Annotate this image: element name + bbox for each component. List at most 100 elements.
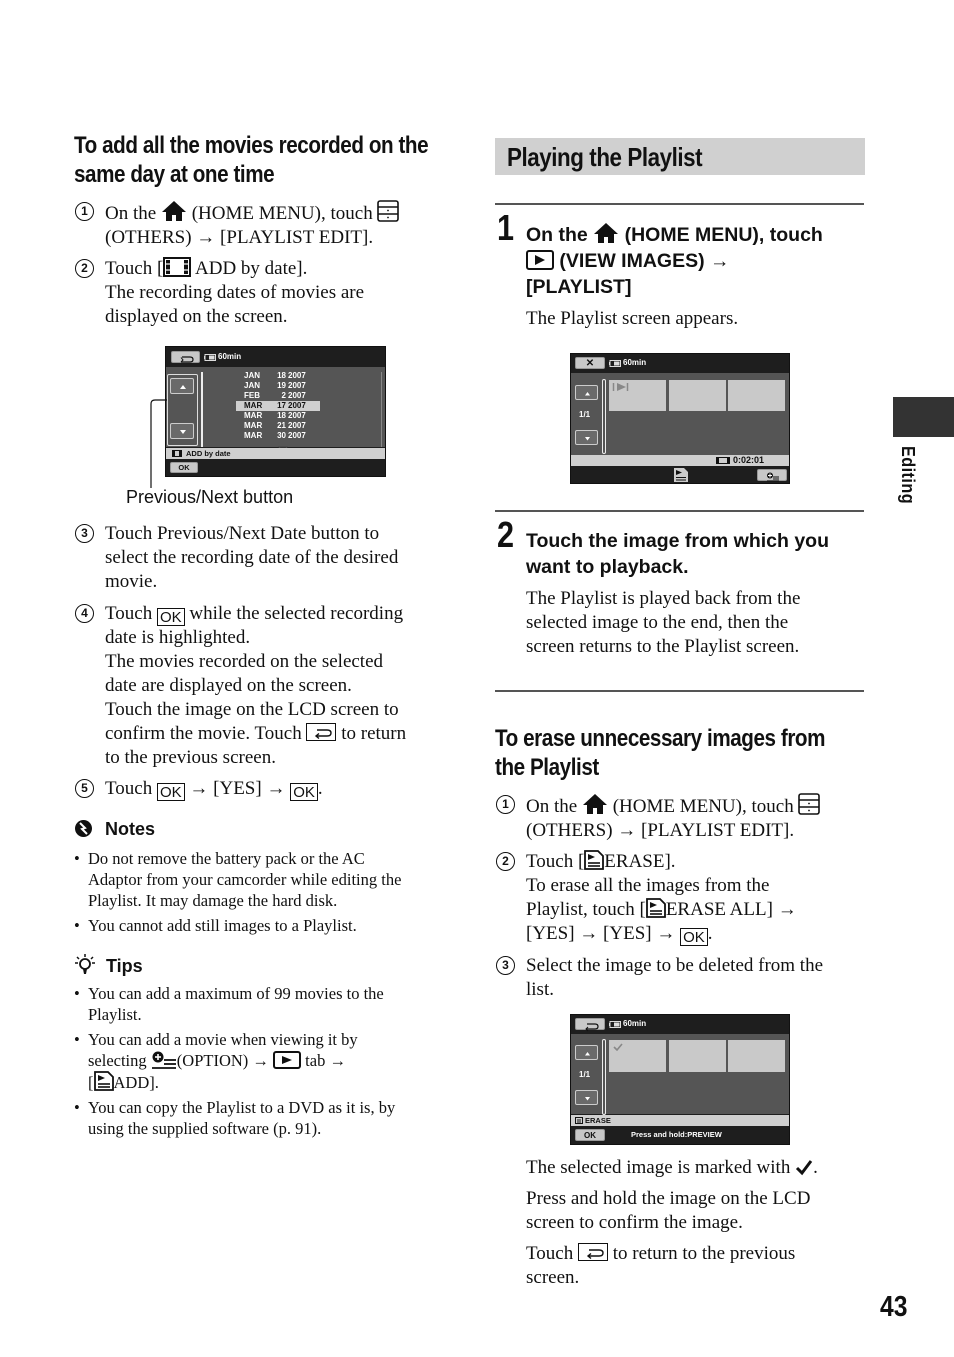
note-text: You cannot add still images to a Playlis… [88, 916, 357, 935]
arrow-up-icon [585, 1052, 590, 1056]
scrollbar[interactable] [201, 372, 203, 447]
return-button[interactable] [171, 351, 200, 363]
date-row[interactable]: MAR 21 2007 [244, 421, 320, 431]
step-text: Touch the image on the LCD screen to [105, 699, 399, 720]
ok-button[interactable]: OK [575, 1129, 605, 1141]
step-text: date is highlighted. [105, 627, 251, 648]
battery-remaining: 60min [623, 358, 647, 367]
date-day: 30 [277, 431, 286, 440]
date-year: 2007 [288, 421, 306, 430]
step-text: ERASE ALL] → [665, 899, 797, 920]
battery-remaining: 60min [218, 352, 242, 361]
step-text: to the previous screen. [105, 747, 276, 768]
thumbnail-2[interactable] [669, 1040, 726, 1072]
big-step-number: 1 [497, 207, 515, 248]
date-row[interactable]: FEB 2 2007 [244, 391, 320, 401]
erase-notes: The selected image is marked with . Pres… [526, 1156, 866, 1290]
step-text: Playlist, touch [ [526, 899, 646, 920]
thumbnail-1-selected[interactable] [609, 1040, 666, 1072]
heading-line: same day at one time [74, 161, 275, 188]
paragraph-text: screen. [526, 1267, 580, 1288]
step-text: (HOME MENU), touch [624, 224, 823, 246]
date-day: 19 [277, 381, 286, 390]
return-button[interactable] [575, 1018, 605, 1032]
tip-text: ADD]. [113, 1073, 159, 1092]
paragraph-text: The selected image is marked with [526, 1157, 791, 1178]
status-strip: 0:02:01 [571, 455, 789, 466]
date-row[interactable]: MAR 30 2007 [244, 431, 320, 441]
scrollbar[interactable] [602, 1039, 606, 1115]
thumbnail-3[interactable] [728, 380, 785, 411]
step-text: while the selected recording [189, 603, 404, 624]
step-text: . [317, 778, 323, 799]
step-text: The recording dates of movies are [105, 282, 365, 303]
step-text: Touch [105, 603, 153, 624]
step-text: Touch Previous/Next Date button to [105, 523, 380, 544]
status-text: ERASE [585, 1116, 611, 1125]
date-row[interactable]: MAR 18 2007 [244, 411, 320, 421]
tips-list: You can add a maximum of 99 movies to th… [74, 983, 454, 1139]
thumbnail-3[interactable] [728, 1040, 785, 1072]
return-icon [180, 356, 194, 363]
side-tab-block [893, 397, 954, 437]
step-text: movie. [105, 571, 158, 592]
step-text: [PLAYLIST] [526, 276, 632, 298]
step-text: Select the image to be deleted from the [526, 955, 824, 976]
step-number: 2 [75, 259, 94, 278]
step-text: . [707, 923, 713, 944]
playlist-start-icon [612, 383, 629, 391]
step-text: date are displayed on the screen. [105, 675, 352, 696]
paragraph-text: Touch [526, 1243, 574, 1264]
close-button[interactable]: ✕ [575, 357, 605, 369]
step-text: ERASE]. [604, 851, 676, 872]
playlist-icon [93, 1071, 114, 1091]
tip-text: Playlist. [88, 1005, 142, 1024]
tip-text: tab → [305, 1051, 346, 1070]
step-text: (VIEW IMAGES) → [559, 250, 730, 272]
date-day: 21 [277, 421, 286, 430]
step-body-text: selected image to the end, then the [526, 612, 789, 633]
film-icon [716, 457, 730, 464]
step-instruction: Touch the image from which you want to p… [526, 528, 829, 580]
battery-icon [609, 360, 621, 367]
step-text: (OTHERS) → [PLAYLIST EDIT]. [105, 227, 374, 248]
step-text: select the recording date of the desired [105, 547, 399, 568]
step-body: The Playlist screen appears. [526, 308, 739, 329]
date-row[interactable]: JAN 18 2007 [244, 371, 320, 381]
divider [495, 690, 864, 692]
status-strip: ERASE [571, 1115, 789, 1126]
next-page-button[interactable] [575, 430, 598, 445]
section-title: Playing the Playlist [507, 142, 703, 172]
notes-header: Notes [74, 819, 155, 840]
paragraph-text: to return to the previous [612, 1243, 796, 1264]
heading-line: the Playlist [495, 754, 599, 781]
divider [495, 203, 864, 205]
tip-text: selecting [88, 1051, 147, 1070]
section-heading-add-by-date: To add all the movies recorded on the sa… [74, 131, 429, 189]
step-text: To erase all the images from the [526, 875, 770, 896]
date-month: MAR [244, 401, 263, 410]
date-day: 18 [277, 411, 286, 420]
heading-line: To add all the movies recorded on the [74, 132, 429, 159]
option-button[interactable] [757, 469, 787, 482]
option-icon [151, 1051, 176, 1069]
notes-icon [75, 820, 92, 837]
paragraph-text: screen to confirm the image. [526, 1212, 743, 1233]
step-text: list. [526, 979, 554, 1000]
ok-label: OK [178, 463, 190, 472]
scrollbar[interactable] [602, 379, 606, 454]
previous-page-button[interactable] [575, 1045, 598, 1060]
tips-title: Tips [106, 956, 143, 976]
date-month: MAR [244, 411, 263, 420]
next-page-button[interactable] [575, 1090, 598, 1105]
thumbnail-1[interactable] [609, 380, 666, 411]
ok-label: OK [584, 1131, 596, 1140]
tip-text: (OPTION) → [176, 1051, 269, 1070]
previous-page-button[interactable] [575, 385, 598, 400]
thumbnail-2[interactable] [669, 380, 726, 411]
paragraph-text: Press and hold the image on the LCD [526, 1188, 811, 1209]
playlist-edit-button[interactable] [674, 468, 688, 482]
date-row-selected[interactable]: MAR 17 2007 [236, 401, 320, 411]
step-instruction: On the (HOME MENU), touch (VIEW IMAGES) … [526, 222, 823, 300]
date-row[interactable]: JAN 19 2007 [244, 381, 320, 391]
